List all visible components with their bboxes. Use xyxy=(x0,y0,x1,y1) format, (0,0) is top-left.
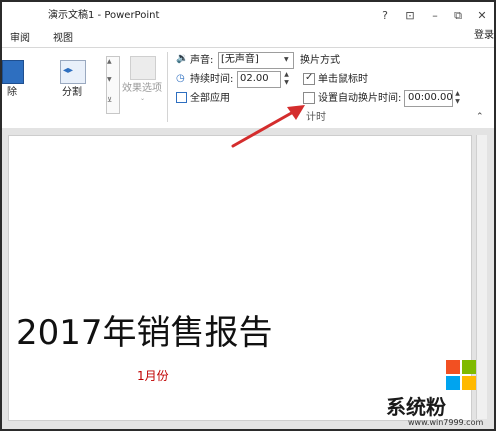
slide-canvas xyxy=(8,135,472,421)
window-title: 演示文稿1 - PowerPoint xyxy=(48,10,160,21)
gallery-down-icon[interactable]: ▼ xyxy=(107,76,112,83)
effect-options-icon[interactable] xyxy=(130,56,156,80)
duration-label: 持续时间: xyxy=(190,74,234,85)
sound-dropdown[interactable]: [无声音] ▼ xyxy=(218,52,294,69)
checkmark-icon: ✓ xyxy=(305,72,314,83)
transition-thumb-partial[interactable] xyxy=(2,60,24,84)
windows-logo-icon xyxy=(446,360,476,390)
ribbon-separator xyxy=(167,52,168,122)
slide-title[interactable]: 2017年销售报告 xyxy=(16,313,273,353)
sign-in-link[interactable]: 登录 xyxy=(474,30,494,42)
apply-all-button[interactable]: 全部应用 xyxy=(190,93,230,105)
help-button[interactable]: ? xyxy=(377,9,393,23)
duration-input[interactable]: 02.00 xyxy=(237,71,281,88)
ribbon-display-options-button[interactable]: ⊡ xyxy=(402,9,418,23)
transition-label-partial: 除 xyxy=(7,87,17,98)
duration-down-icon[interactable]: ▼ xyxy=(282,79,291,86)
tab-review[interactable]: 审阅 xyxy=(10,33,30,45)
after-time-up-icon[interactable]: ▲ xyxy=(453,90,462,97)
after-time-value: 00:00.00 xyxy=(408,92,453,103)
tab-view[interactable]: 视图 xyxy=(53,33,73,45)
annotation-arrow xyxy=(231,105,305,148)
sound-dropdown-chevron-icon: ▼ xyxy=(284,56,289,63)
split-icon: ◂▸ xyxy=(63,65,74,76)
on-click-checkbox[interactable]: ✓ xyxy=(303,72,315,85)
apply-all-icon xyxy=(176,92,187,103)
close-button[interactable]: ✕ xyxy=(474,9,490,23)
transition-label-split: 分割 xyxy=(62,87,82,98)
after-time-down-icon[interactable]: ▼ xyxy=(453,98,462,105)
gallery-more-icon[interactable]: ⊻ xyxy=(107,96,112,104)
collapse-ribbon-icon[interactable]: ⌃ xyxy=(476,112,484,122)
minimize-button[interactable]: – xyxy=(427,9,443,23)
gallery-up-icon[interactable]: ▲ xyxy=(107,58,112,65)
after-time-input[interactable]: 00:00.00 xyxy=(404,90,453,107)
vertical-scrollbar[interactable] xyxy=(476,135,487,419)
clock-icon: ◷ xyxy=(176,73,185,84)
effect-options-chevron-icon: ⌄ xyxy=(140,95,146,102)
watermark-brand: 系统粉 xyxy=(386,395,446,419)
effect-options-button[interactable]: 效果选项 xyxy=(122,83,162,95)
watermark-url: www.win7999.com xyxy=(408,418,484,427)
duration-value: 02.00 xyxy=(240,73,269,84)
slide-subtitle[interactable]: 1月份 xyxy=(137,369,169,383)
sound-value: [无声音] xyxy=(221,54,259,65)
advance-slide-heading: 换片方式 xyxy=(300,55,340,66)
after-time-label: 设置自动换片时间: xyxy=(318,93,402,104)
duration-up-icon[interactable]: ▲ xyxy=(282,71,291,78)
sound-icon: 🔉 xyxy=(176,53,189,64)
transition-split-button[interactable]: ◂▸ xyxy=(60,60,86,84)
sound-label: 声音: xyxy=(190,55,214,66)
arrow-shaft xyxy=(231,109,297,148)
on-click-label: 单击鼠标时 xyxy=(318,74,368,85)
restore-button[interactable]: ⧉ xyxy=(450,9,466,23)
